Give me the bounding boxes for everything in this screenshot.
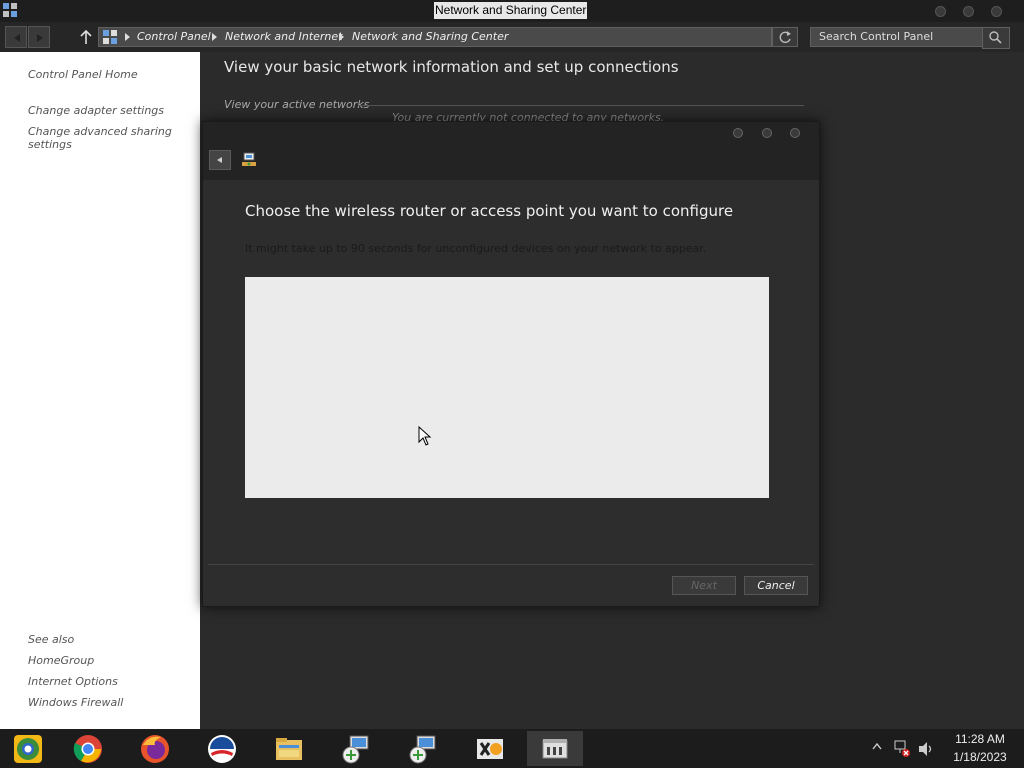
network-disconnected-icon[interactable] <box>893 740 911 758</box>
taskbar-chrome-canary[interactable] <box>0 731 56 766</box>
xd-app-icon <box>477 739 503 759</box>
chrome-canary-icon <box>14 735 42 763</box>
taskbar-chrome[interactable] <box>60 731 116 766</box>
back-button[interactable] <box>5 26 27 48</box>
sidebar-homegroup[interactable]: HomeGroup <box>28 654 178 667</box>
search-input[interactable]: Search Control Panel <box>819 30 933 43</box>
sidebar-internet-options[interactable]: Internet Options <box>28 675 178 688</box>
minimize-button[interactable] <box>935 6 946 17</box>
network-connection-icon <box>342 735 369 764</box>
forward-button[interactable] <box>28 26 50 48</box>
search-box[interactable]: Search Control Panel <box>810 27 1010 49</box>
configure-router-dialog: Choose the wireless router or access poi… <box>202 121 820 607</box>
taskbar-xd-app[interactable] <box>462 731 518 766</box>
device-list[interactable] <box>245 277 769 498</box>
dialog-back-button[interactable] <box>209 150 231 170</box>
sidebar-windows-firewall[interactable]: Windows Firewall <box>28 696 178 709</box>
control-panel-icon <box>542 739 568 759</box>
dialog-header <box>203 122 819 180</box>
forward-arrow-icon <box>37 34 43 42</box>
sidebar-change-adapter-settings[interactable]: Change adapter settings <box>28 104 178 117</box>
network-setup-icon <box>409 735 436 764</box>
taskbar-obama-logo-app[interactable] <box>194 731 250 766</box>
taskbar-network-setup[interactable] <box>395 731 451 766</box>
mouse-cursor-icon <box>418 426 432 446</box>
control-panel-icon <box>103 30 117 44</box>
breadcrumb-separator <box>339 33 344 41</box>
dialog-divider <box>208 564 814 565</box>
dialog-title: Choose the wireless router or access poi… <box>245 202 734 220</box>
dialog-minimize-button[interactable] <box>733 128 743 138</box>
taskbar-firefox[interactable] <box>127 731 183 766</box>
address-bar[interactable]: Control Panel Network and Internet Netwo… <box>98 27 772 47</box>
firefox-icon <box>141 735 169 763</box>
search-button[interactable] <box>982 27 1010 49</box>
taskbar: 11:28 AM 1/18/2023 <box>0 729 1024 768</box>
dialog-description: It might take up to 90 seconds for uncon… <box>245 242 707 255</box>
show-hidden-icons-chevron-icon[interactable] <box>872 741 882 751</box>
taskbar-file-explorer[interactable] <box>261 731 317 766</box>
section-divider <box>358 105 804 106</box>
navigation-bar: Control Panel Network and Internet Netwo… <box>0 22 1024 52</box>
clock-date[interactable]: 1/18/2023 <box>940 750 1020 764</box>
see-also-heading: See also <box>28 633 75 646</box>
chrome-icon <box>73 735 102 763</box>
title-bar: Network and Sharing Center <box>0 0 1024 22</box>
next-button[interactable]: Next <box>672 576 736 595</box>
window-title: Network and Sharing Center <box>434 2 588 19</box>
dialog-close-button[interactable] <box>790 128 800 138</box>
page-title: View your basic network information and … <box>224 58 679 76</box>
back-arrow-icon <box>14 34 20 42</box>
refresh-icon <box>779 31 791 44</box>
sidebar-control-panel-home[interactable]: Control Panel Home <box>28 68 178 81</box>
breadcrumb-control-panel[interactable]: Control Panel <box>137 30 211 44</box>
maximize-button[interactable] <box>963 6 974 17</box>
network-setup-icon <box>242 152 256 166</box>
taskbar-network-connection[interactable] <box>328 731 384 766</box>
breadcrumb-separator <box>212 33 217 41</box>
breadcrumb-separator <box>125 33 130 41</box>
breadcrumb-network-and-sharing-center[interactable]: Network and Sharing Center <box>352 30 508 44</box>
obama-logo-icon <box>208 735 236 763</box>
breadcrumb-network-and-internet[interactable]: Network and Internet <box>225 30 343 44</box>
dialog-maximize-button[interactable] <box>762 128 772 138</box>
volume-icon[interactable] <box>917 740 935 758</box>
active-networks-heading: View your active networks <box>224 98 370 111</box>
cancel-button[interactable]: Cancel <box>744 576 808 595</box>
refresh-button[interactable] <box>772 27 798 47</box>
up-arrow-icon[interactable] <box>78 26 94 48</box>
sidebar: Control Panel Home Change adapter settin… <box>0 52 200 729</box>
taskbar-control-panel[interactable] <box>527 731 583 766</box>
back-arrow-icon <box>217 157 222 163</box>
close-button[interactable] <box>991 6 1002 17</box>
control-panel-app-icon <box>3 3 17 17</box>
sidebar-change-advanced-sharing-settings[interactable]: Change advanced sharing settings <box>28 125 178 151</box>
clock-time[interactable]: 11:28 AM <box>940 732 1020 746</box>
search-icon <box>989 31 1002 44</box>
file-explorer-icon <box>276 738 302 760</box>
